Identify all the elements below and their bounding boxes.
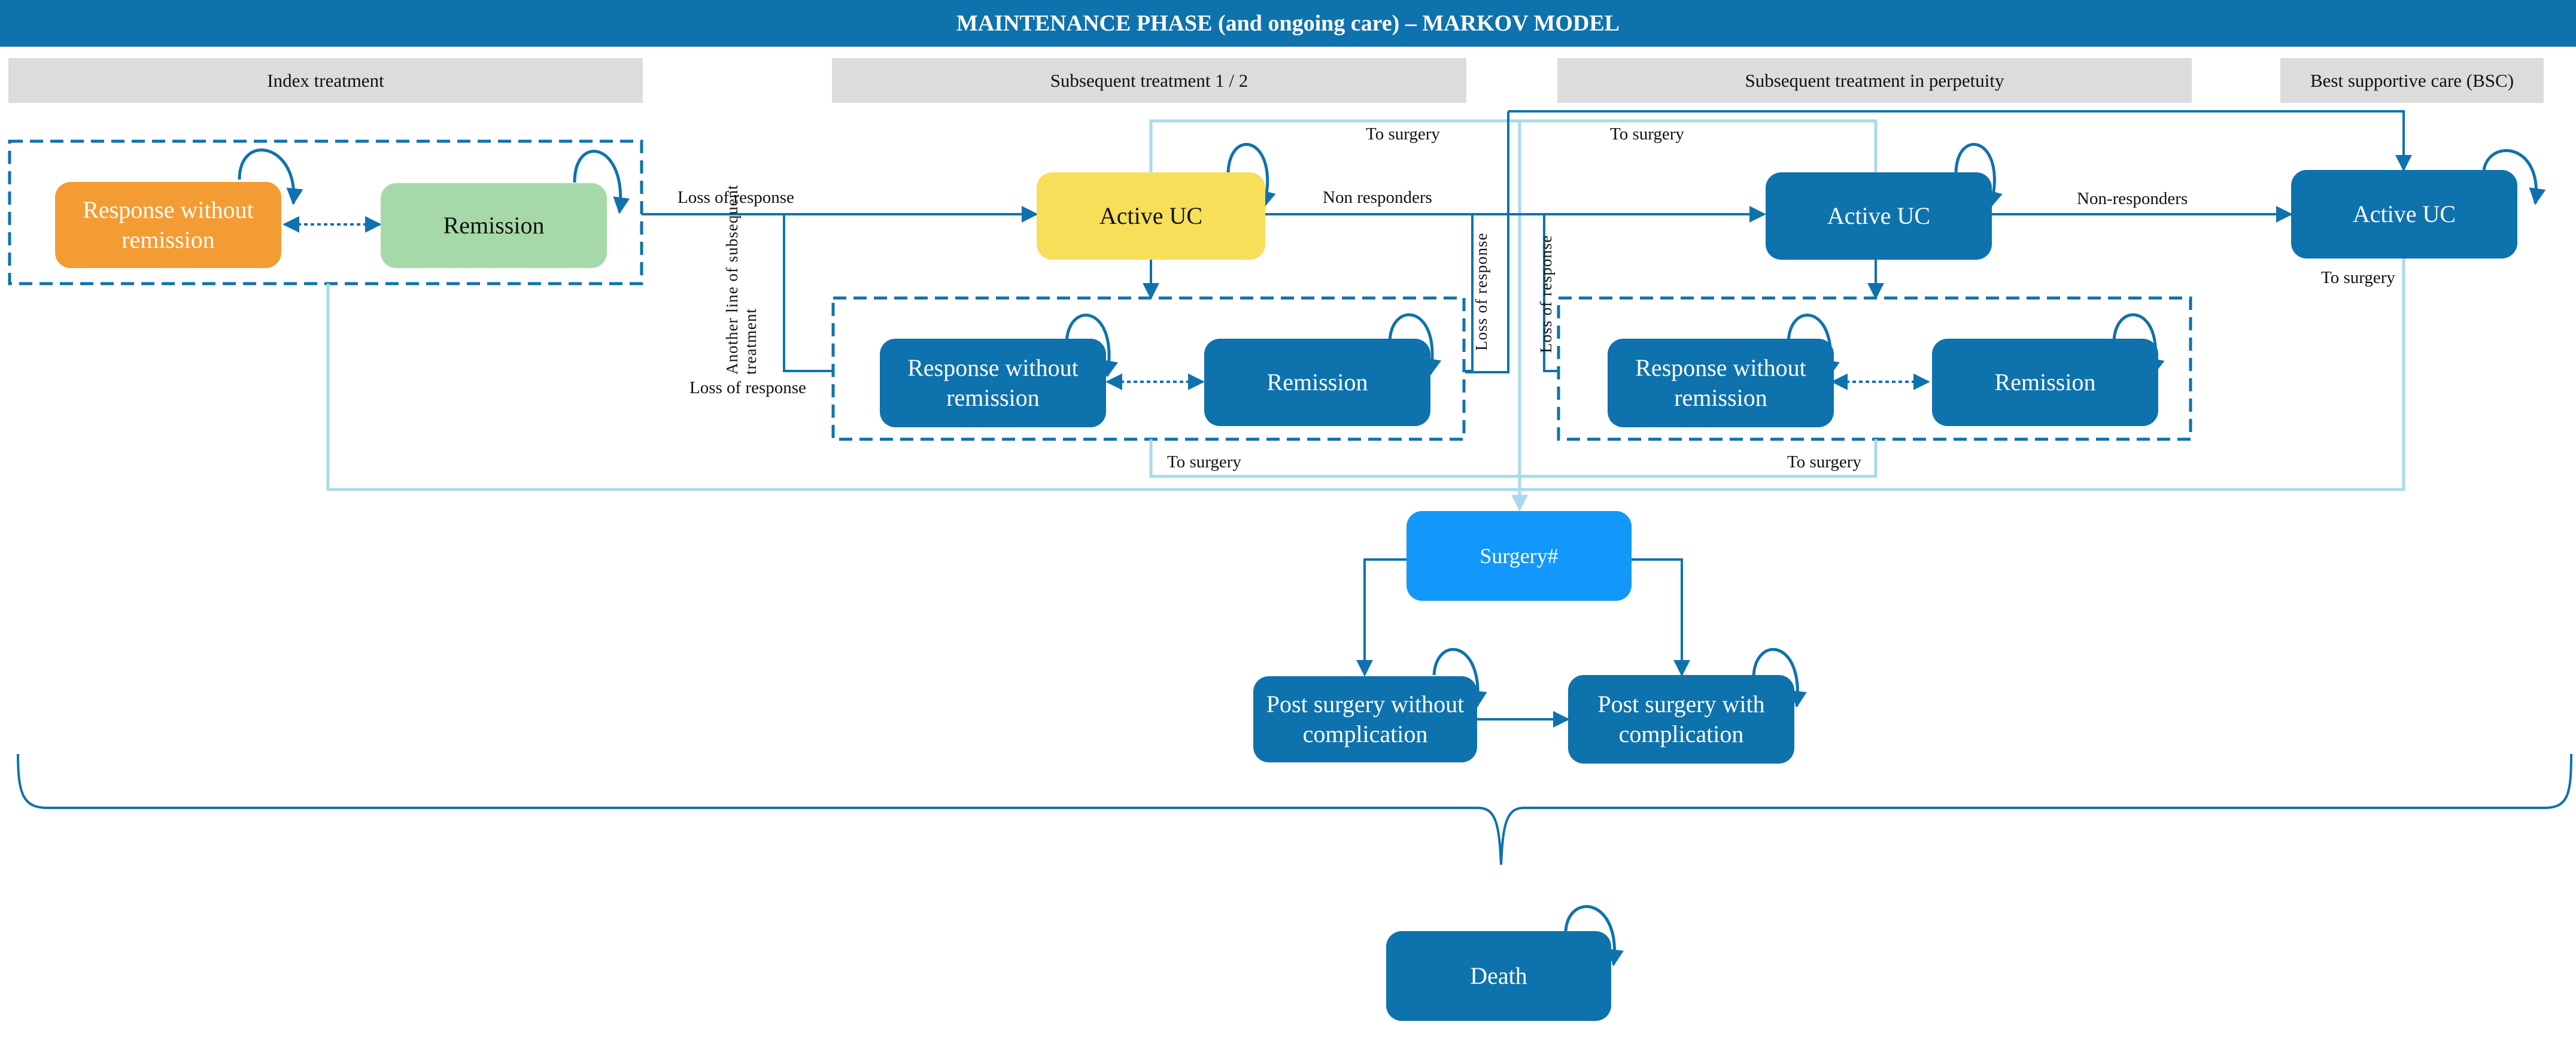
node-surgery[interactable]: Surgery# [1407, 511, 1632, 601]
node-sub12-active-uc[interactable]: Active UC [1037, 172, 1265, 260]
node-perp-response-without-remission[interactable]: Response without remission [1608, 339, 1834, 427]
node-bsc-active-uc[interactable]: Active UC [2291, 170, 2517, 259]
label-to-surgery-bsc: To surgery [2321, 268, 2395, 287]
to-surgery-wires [326, 119, 2405, 512]
node-perp-active-uc[interactable]: Active UC [1766, 172, 1992, 260]
node-death[interactable]: Death [1386, 931, 1611, 1021]
label-loss-of-response-vertical-2: Loss of response [1537, 235, 1555, 353]
node-sub12-response-without-remission[interactable]: Response without remission [880, 339, 1106, 427]
label-loss-of-response-vertical-1: Loss of response [1472, 232, 1490, 351]
label-loss-of-response-lower: Loss of response [689, 378, 806, 397]
label-to-surgery: To surgery [1787, 452, 1861, 472]
node-post-surgery-with-complication[interactable]: Post surgery with complication [1568, 675, 1794, 764]
node-sub12-remission[interactable]: Remission [1204, 339, 1430, 426]
label-non-responders-bsc: Non-responders [2077, 189, 2188, 208]
death-brace [17, 753, 2572, 865]
node-perp-remission[interactable]: Remission [1932, 339, 2158, 426]
label-to-surgery: To surgery [1167, 452, 1241, 472]
label-non-responders: Non responders [1323, 188, 1432, 207]
node-index-response-without-remission[interactable]: Response without remission [55, 182, 281, 268]
label-another-line-of-subsequent-treatment: Another line of subsequent treatment [723, 184, 760, 375]
label-to-surgery: To surgery [1610, 124, 1684, 144]
node-post-surgery-without-complication[interactable]: Post surgery without complication [1253, 676, 1477, 762]
label-to-surgery: To surgery [1366, 124, 1440, 144]
connector-layer [8, 110, 2572, 966]
node-index-remission[interactable]: Remission [381, 183, 607, 268]
